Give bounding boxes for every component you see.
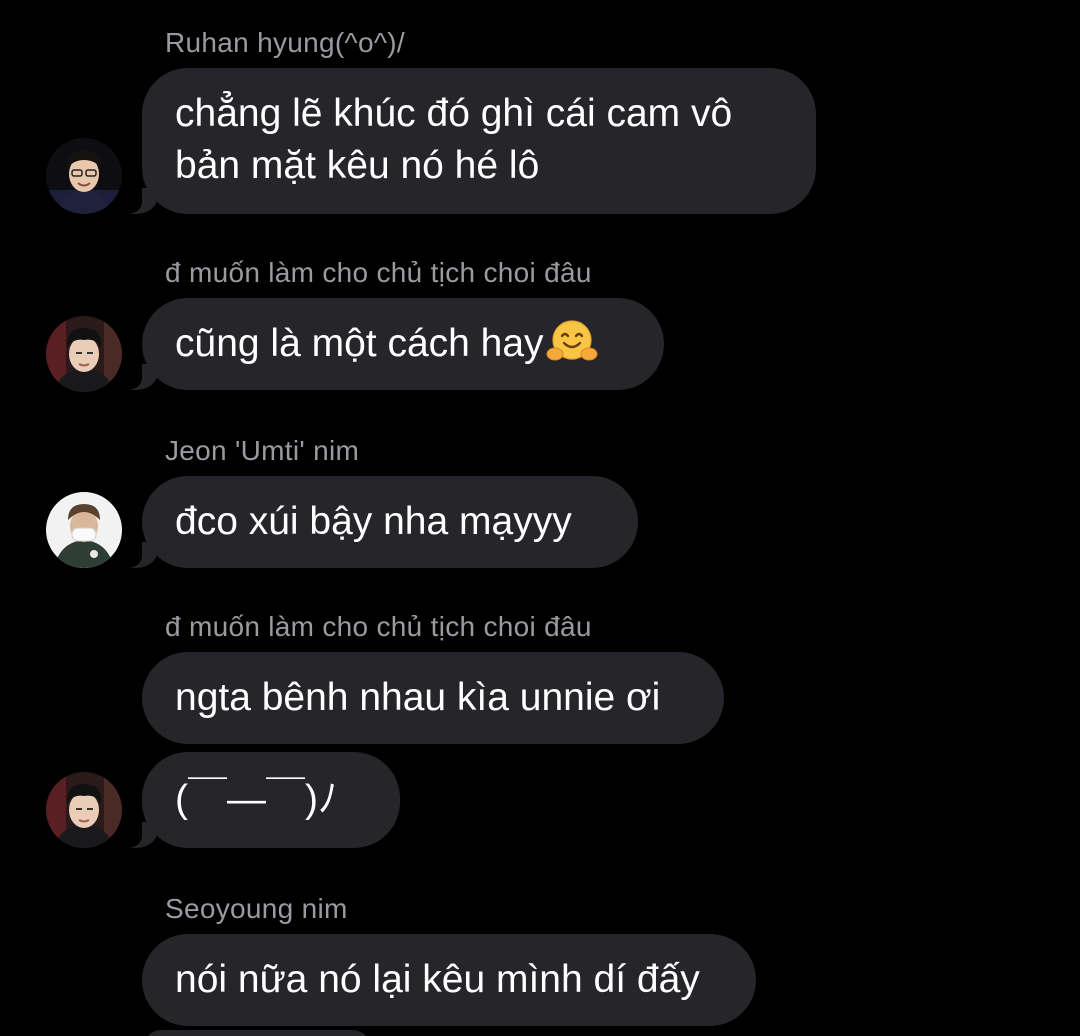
message-text: đco xúi bậy nha mạyyy [175, 500, 572, 543]
sender-name: Ruhan hyung(^o^)/ [165, 27, 405, 58]
message-bubble[interactable]: đco xúi bậy nha mạyyy [118, 476, 638, 568]
message-text-line: chẳng lẽ khúc đó ghì cái cam vô [175, 92, 733, 135]
message-bubble-partial[interactable] [142, 1030, 372, 1036]
avatar[interactable] [46, 772, 122, 848]
sender-name: đ muốn làm cho chủ tịch choi đâu [165, 611, 592, 642]
message-bubble[interactable]: nói nữa nó lại kêu mình dí đấy [142, 934, 756, 1026]
message-bubble[interactable]: (￣—￣)ﾉ [118, 752, 400, 848]
message-text: cũng là một cách hay [175, 322, 544, 365]
sender-name: Jeon 'Umti' nim [165, 435, 360, 466]
sender-name: đ muốn làm cho chủ tịch choi đâu [165, 257, 592, 288]
message-text: nói nữa nó lại kêu mình dí đấy [175, 958, 700, 1001]
message-text: (￣—￣)ﾉ [175, 778, 338, 821]
message-text: ngta bênh nhau kìa unnie ơi [175, 676, 661, 719]
sender-name: Seoyoung nim [165, 893, 348, 924]
message-bubble[interactable]: ngta bênh nhau kìa unnie ơi [142, 652, 724, 744]
hugging-face-icon [546, 320, 598, 361]
message-text-line: bản mặt kêu nó hé lô [175, 144, 540, 187]
avatar[interactable] [46, 138, 122, 214]
chat-thread: Ruhan hyung(^o^)/ chẳng lẽ khúc đó ghì c… [0, 0, 1080, 1036]
message-bubble[interactable]: cũng là một cách hay [118, 298, 664, 390]
avatar[interactable] [46, 492, 122, 568]
message-bubble[interactable]: chẳng lẽ khúc đó ghì cái cam vô bản mặt … [118, 68, 816, 214]
avatar[interactable] [46, 316, 122, 392]
